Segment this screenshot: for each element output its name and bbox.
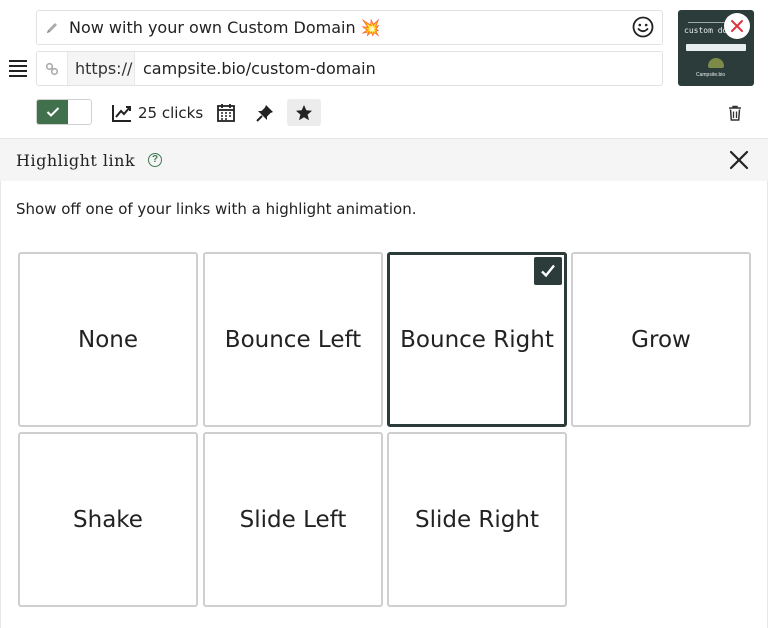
thumbnail-footer: Campsite.bio	[696, 72, 726, 78]
option-label: Bounce Left	[224, 326, 362, 353]
pin-button[interactable]	[248, 99, 282, 126]
remove-thumbnail-button[interactable]	[724, 13, 750, 39]
option-label: None	[77, 326, 138, 353]
option-label: Slide Left	[239, 506, 347, 533]
thumbnail-title: custom do	[684, 26, 728, 35]
star-icon	[296, 104, 312, 120]
animation-option-shake[interactable]: Shake	[18, 432, 198, 607]
panel-title: Highlight link	[16, 151, 136, 170]
toggle-on-state	[37, 100, 68, 124]
smiley-icon[interactable]	[632, 16, 654, 38]
selected-check-icon	[534, 257, 562, 285]
check-icon	[46, 107, 59, 117]
animation-option-bounce-right[interactable]: Bounce Right	[387, 252, 567, 427]
url-prefix: https://	[67, 52, 135, 85]
pencil-icon	[37, 11, 67, 44]
clicks-stat[interactable]: 25 clicks	[112, 102, 203, 124]
thumbnail-logo	[708, 58, 724, 68]
help-icon[interactable]: ?	[148, 153, 162, 167]
drag-handle-icon[interactable]	[9, 60, 27, 77]
calendar-icon	[217, 104, 235, 122]
highlight-panel-header: Highlight link ?	[0, 138, 768, 181]
pin-icon	[256, 104, 273, 122]
chart-icon	[112, 105, 131, 122]
link-editor: Now with your own Custom Domain 💥 https:…	[0, 0, 768, 138]
url-input[interactable]: campsite.bio/custom-domain	[143, 52, 376, 85]
option-label: Shake	[73, 506, 143, 533]
animation-option-bounce-left[interactable]: Bounce Left	[203, 252, 383, 427]
close-icon[interactable]	[729, 150, 749, 170]
option-label: Slide Right	[414, 506, 539, 533]
title-input[interactable]: Now with your own Custom Domain 💥	[69, 18, 381, 37]
animation-option-none[interactable]: None	[18, 252, 198, 427]
option-label: Grow	[631, 326, 691, 353]
url-field[interactable]: https:// campsite.bio/custom-domain	[36, 51, 663, 86]
trash-icon	[729, 105, 741, 121]
animation-option-grow[interactable]: Grow	[571, 252, 751, 427]
clicks-count: 25 clicks	[138, 104, 204, 122]
close-circle-icon	[731, 20, 743, 32]
schedule-button[interactable]	[209, 99, 243, 126]
animation-option-slide-left[interactable]: Slide Left	[203, 432, 383, 607]
delete-button[interactable]	[724, 102, 746, 124]
highlight-button[interactable]	[287, 99, 321, 126]
enabled-toggle[interactable]	[36, 99, 92, 125]
option-label: Bounce Right	[400, 326, 554, 353]
thumbnail-button	[686, 44, 746, 51]
title-field[interactable]: Now with your own Custom Domain 💥	[36, 10, 663, 45]
link-icon	[37, 52, 67, 85]
panel-description: Show off one of your links with a highli…	[16, 200, 417, 218]
animation-option-slide-right[interactable]: Slide Right	[387, 432, 567, 607]
